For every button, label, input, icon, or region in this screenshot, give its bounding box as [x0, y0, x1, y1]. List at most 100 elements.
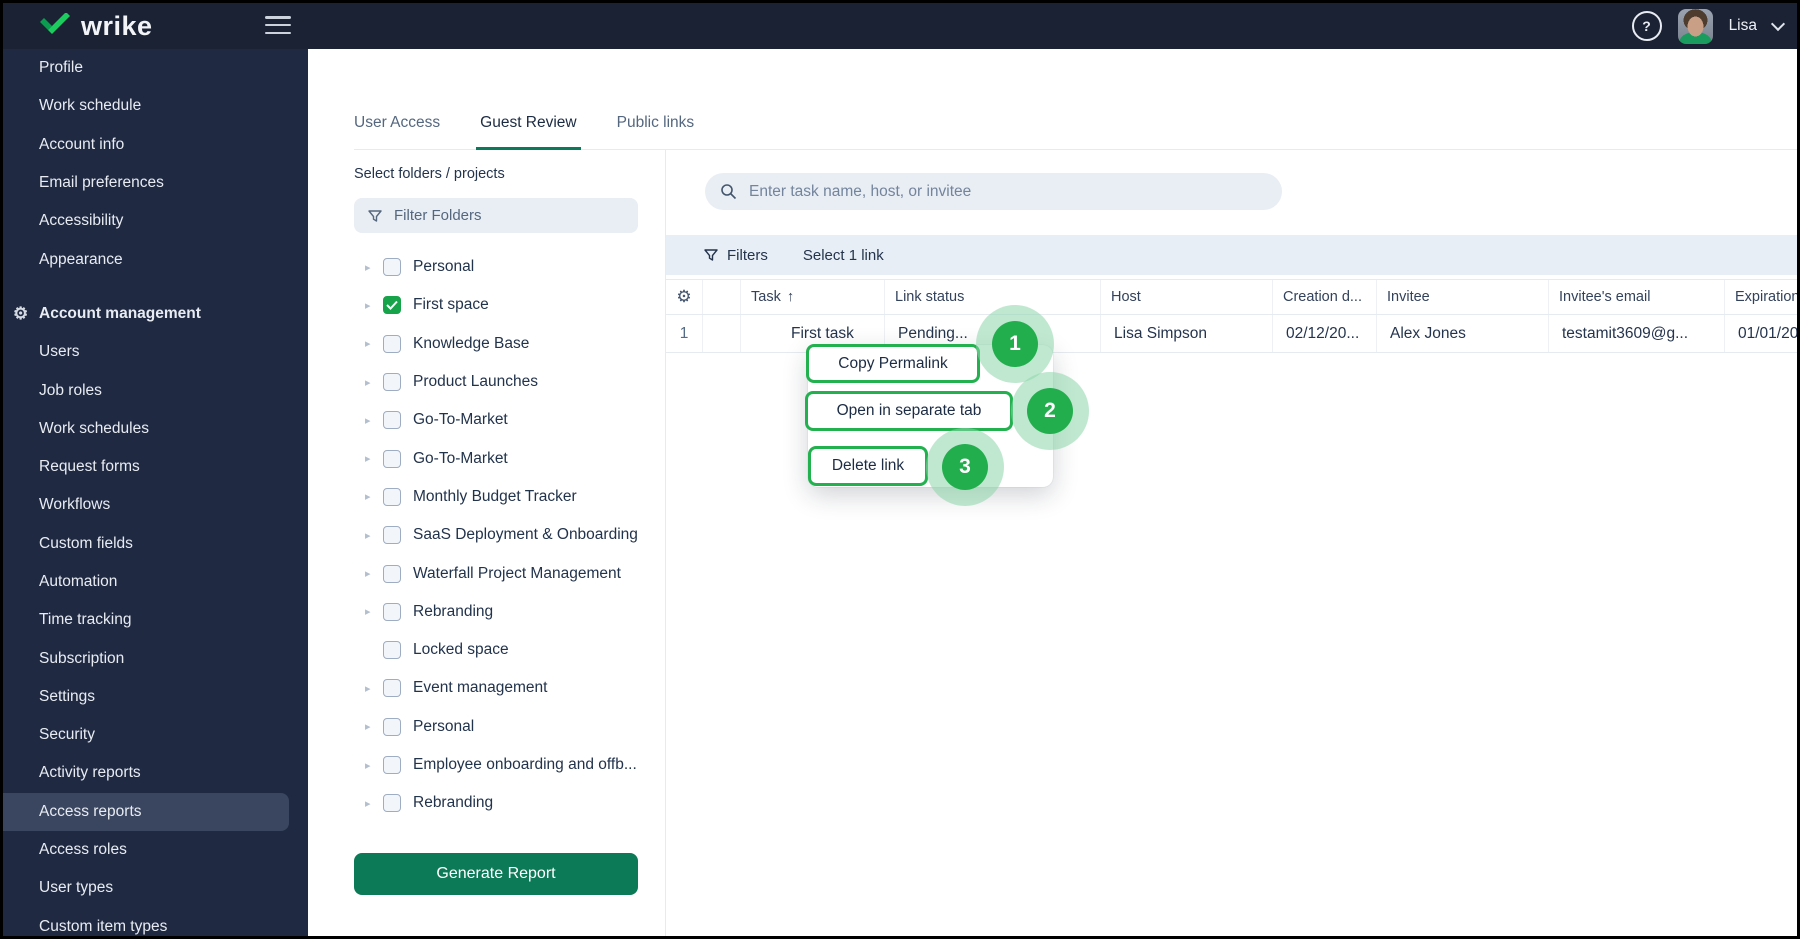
sidebar-item-accessibility[interactable]: Accessibility — [3, 202, 308, 240]
sidebar-item-access-roles[interactable]: Access roles — [3, 831, 308, 869]
expand-arrow-icon[interactable]: ▸ — [365, 452, 381, 465]
cell-invitee_email[interactable]: testamit3609@g... — [1549, 315, 1725, 352]
expand-arrow-icon[interactable]: ▸ — [365, 337, 381, 350]
chevron-down-icon[interactable] — [1770, 16, 1786, 32]
sidebar-item-label: Job roles — [39, 381, 102, 399]
folder-checkbox[interactable] — [383, 334, 401, 353]
expand-arrow-icon[interactable]: ▸ — [365, 797, 381, 810]
column-header-gear[interactable]: ⚙ — [666, 280, 703, 314]
sidebar-item-access-reports[interactable]: Access reports — [3, 792, 289, 831]
filter-folders-input[interactable] — [354, 198, 638, 233]
cell-creation[interactable]: 02/12/20... — [1273, 315, 1377, 352]
cell-num[interactable]: 1 — [666, 315, 703, 352]
sidebar-item-profile[interactable]: Profile — [3, 49, 308, 87]
sidebar-item-label: Settings — [39, 687, 96, 705]
column-header-blank[interactable] — [703, 280, 741, 314]
search-box[interactable] — [705, 173, 1282, 210]
cell-blank[interactable] — [703, 315, 741, 352]
column-header-creation-d[interactable]: Creation d... — [1273, 280, 1377, 314]
folder-checkbox[interactable] — [383, 564, 401, 583]
folder-checkbox[interactable] — [383, 679, 401, 698]
tab-guest-review[interactable]: Guest Review — [476, 112, 582, 150]
tab-public-links[interactable]: Public links — [617, 112, 695, 134]
sidebar-item-security[interactable]: Security — [3, 716, 308, 754]
column-header-host[interactable]: Host — [1101, 280, 1273, 314]
generate-report-button[interactable]: Generate Report — [354, 853, 638, 895]
sidebar-section-account-management[interactable]: ⚙ Account management — [3, 295, 308, 333]
folder-checkbox[interactable] — [383, 794, 401, 813]
sidebar-item-user-types[interactable]: User types — [3, 869, 308, 907]
folder-checkbox[interactable] — [383, 756, 401, 774]
avatar[interactable] — [1677, 8, 1713, 44]
help-icon[interactable]: ? — [1631, 11, 1662, 41]
sidebar-item-subscription[interactable]: Subscription — [3, 639, 308, 677]
sidebar-item-label: Activity reports — [39, 764, 141, 782]
wrike-logo[interactable]: wrike — [39, 12, 153, 40]
expand-arrow-icon[interactable]: ▸ — [365, 490, 381, 503]
expand-arrow-icon[interactable]: ▸ — [365, 682, 381, 695]
expand-arrow-icon[interactable]: ▸ — [365, 414, 381, 427]
cell-invitee[interactable]: Alex Jones — [1377, 315, 1549, 352]
sidebar-item-custom-item-types[interactable]: Custom item types — [3, 908, 308, 936]
filters-button[interactable]: Filters — [727, 247, 768, 264]
context-menu-item-open-in-separate-tab[interactable]: Open in separate tab — [805, 391, 1013, 431]
sidebar-item-account-info[interactable]: Account info — [3, 126, 308, 164]
sidebar-item-automation[interactable]: Automation — [3, 563, 308, 601]
column-header-invitee-s-email[interactable]: Invitee's email — [1549, 280, 1725, 314]
sidebar-item-label: Access roles — [39, 841, 127, 859]
folder-checkbox[interactable] — [383, 296, 401, 315]
context-menu-item-copy-permalink[interactable]: Copy Permalink — [806, 344, 980, 383]
folder-checkbox[interactable] — [383, 487, 401, 506]
menu-icon[interactable] — [265, 16, 291, 35]
expand-arrow-icon[interactable]: ▸ — [365, 261, 381, 274]
folder-item-knowledge-base: ▸ Knowledge Base — [354, 325, 654, 363]
folder-checkbox[interactable] — [383, 449, 401, 468]
sidebar-item-time-tracking[interactable]: Time tracking — [3, 601, 308, 639]
table-settings-gear-icon[interactable]: ⚙ — [676, 287, 691, 307]
user-name[interactable]: Lisa — [1729, 17, 1757, 35]
sidebar-item-work-schedules[interactable]: Work schedules — [3, 410, 308, 448]
folder-checkbox[interactable] — [383, 717, 401, 736]
sort-arrow-icon[interactable]: ↑ — [787, 289, 794, 305]
sidebar-item-label: Subscription — [39, 649, 125, 667]
cell-host[interactable]: Lisa Simpson — [1101, 315, 1273, 352]
folder-label: Waterfall Project Management — [413, 564, 621, 582]
sidebar-item-users[interactable]: Users — [3, 333, 308, 371]
expand-arrow-icon[interactable]: ▸ — [365, 759, 381, 772]
expand-arrow-icon[interactable]: ▸ — [365, 299, 381, 312]
folder-item-saas-deployment-onboarding: ▸ SaaS Deployment & Onboarding — [354, 516, 654, 554]
folder-checkbox[interactable] — [383, 526, 401, 545]
sidebar-item-work-schedule[interactable]: Work schedule — [3, 87, 308, 125]
sidebar-item-request-forms[interactable]: Request forms — [3, 448, 308, 486]
expand-arrow-icon[interactable]: ▸ — [365, 605, 381, 618]
folder-item-locked-space: Locked space — [354, 631, 654, 669]
folder-item-employee-onboarding-and-offb: ▸ Employee onboarding and offb... — [354, 746, 654, 784]
folder-checkbox[interactable] — [383, 373, 401, 392]
folder-checkbox[interactable] — [383, 411, 401, 430]
column-header-link-status[interactable]: Link status — [885, 280, 1101, 314]
column-header-task[interactable]: Task ↑ — [741, 280, 885, 314]
folder-checkbox[interactable] — [383, 602, 401, 621]
sidebar-item-activity-reports[interactable]: Activity reports — [3, 754, 308, 792]
folder-checkbox[interactable] — [383, 641, 401, 660]
select-link-button[interactable]: Select 1 link — [803, 247, 884, 264]
sidebar-item-appearance[interactable]: Appearance — [3, 240, 308, 278]
sidebar-item-email-preferences[interactable]: Email preferences — [3, 164, 308, 202]
sidebar-item-settings[interactable]: Settings — [3, 678, 308, 716]
search-input[interactable] — [747, 181, 1251, 202]
tab-user-access[interactable]: User Access — [354, 112, 440, 134]
context-menu-item-delete-link[interactable]: Delete link — [808, 446, 928, 486]
expand-arrow-icon[interactable]: ▸ — [365, 376, 381, 389]
cell-expiration[interactable]: 01/01/20... — [1725, 315, 1797, 352]
folder-item-product-launches: ▸ Product Launches — [354, 363, 654, 401]
folder-checkbox[interactable] — [383, 258, 401, 277]
filter-folders-field[interactable] — [392, 206, 616, 225]
expand-arrow-icon[interactable]: ▸ — [365, 567, 381, 580]
column-header-invitee[interactable]: Invitee — [1377, 280, 1549, 314]
sidebar-item-workflows[interactable]: Workflows — [3, 486, 308, 524]
expand-arrow-icon[interactable]: ▸ — [365, 529, 381, 542]
sidebar-item-custom-fields[interactable]: Custom fields — [3, 525, 308, 563]
expand-arrow-icon[interactable]: ▸ — [365, 720, 381, 733]
sidebar-item-job-roles[interactable]: Job roles — [3, 371, 308, 409]
column-header-expiration[interactable]: Expiration — [1725, 280, 1797, 314]
